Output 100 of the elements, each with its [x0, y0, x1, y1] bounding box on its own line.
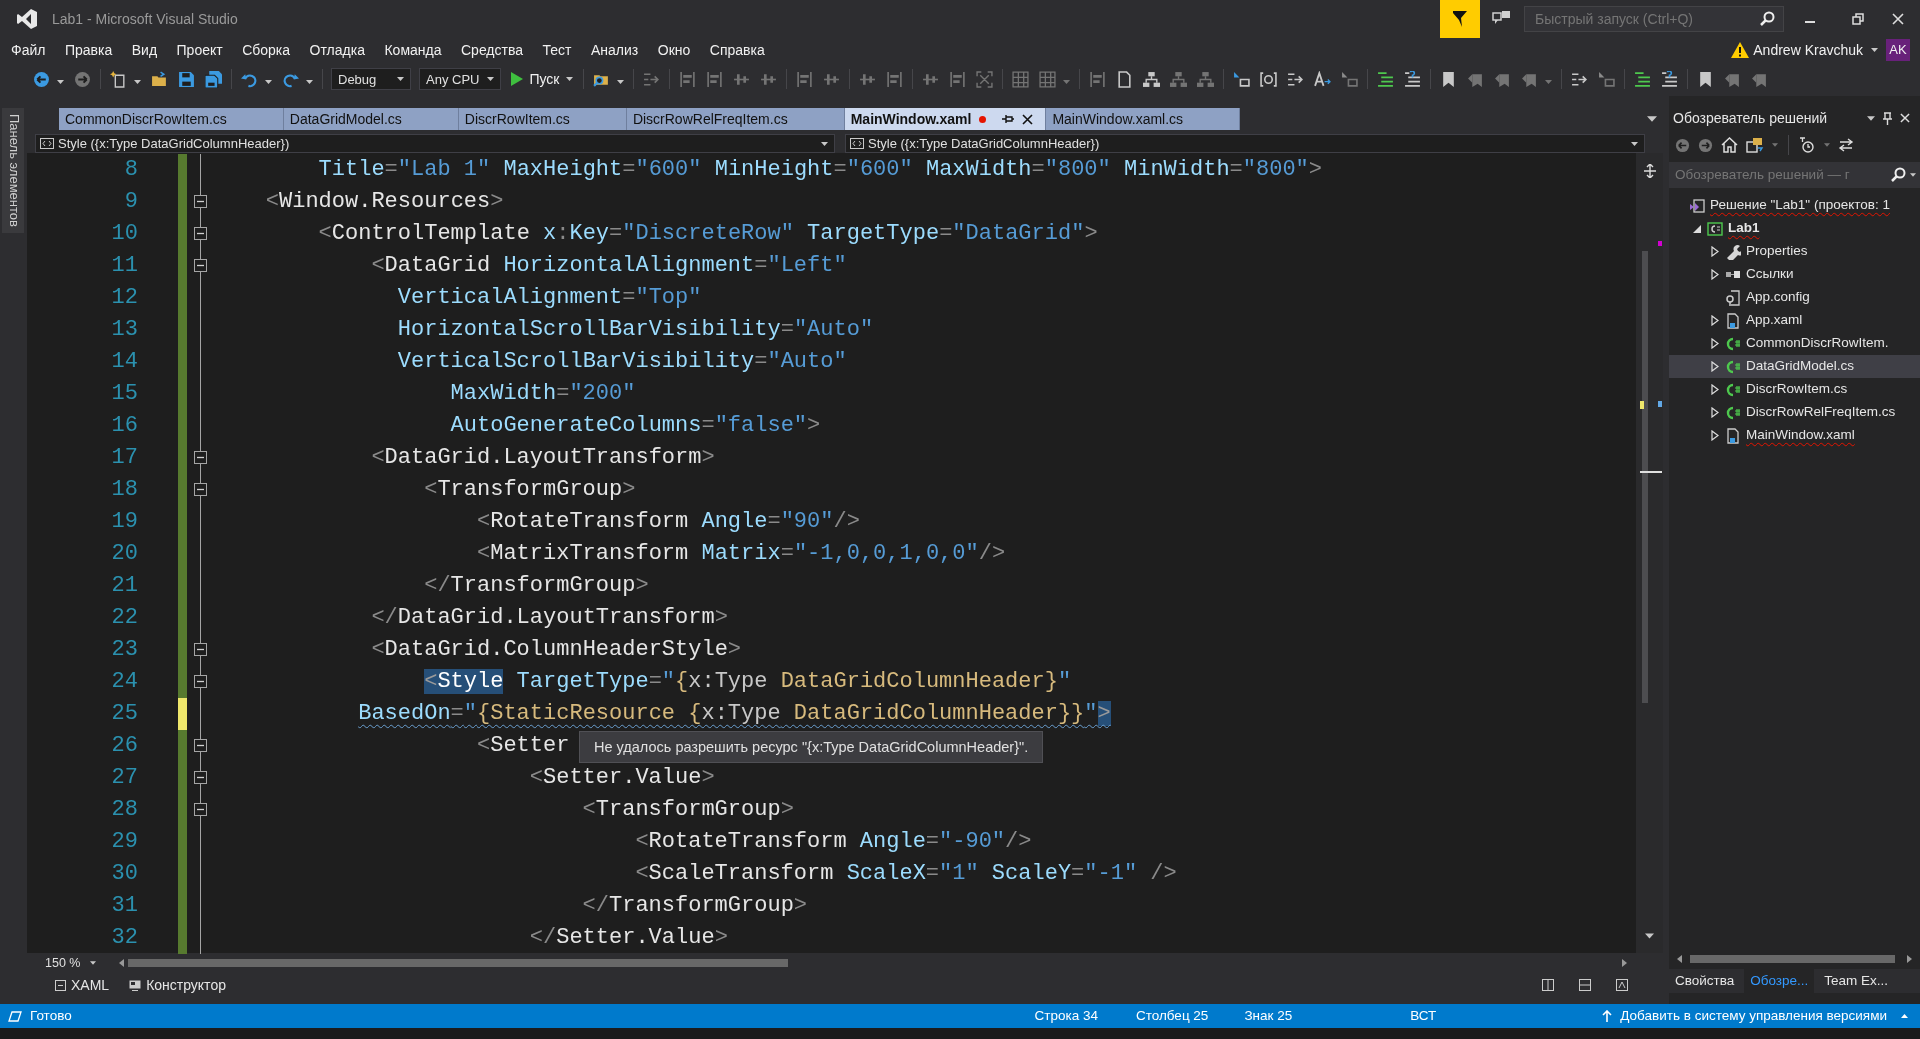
uncomment-lines-icon[interactable]: [1403, 70, 1421, 88]
collapse-icon[interactable]: [193, 675, 207, 688]
source-control-button[interactable]: Добавить в систему управления версиями: [1602, 1005, 1908, 1027]
step-icon[interactable]: [1286, 70, 1304, 88]
scroll-left-icon[interactable]: [1677, 955, 1682, 963]
panel-tab[interactable]: Свойства: [1669, 969, 1741, 993]
save-icon[interactable]: [178, 70, 195, 88]
tree-item[interactable]: DiscrRowItem.cs: [1669, 378, 1920, 401]
navigation-dropdown[interactable]: Style ({x:Type DataGridColumnHeader}): [845, 134, 1645, 153]
vertical-split-icon[interactable]: [1542, 979, 1554, 991]
scroll-thumb[interactable]: [1690, 955, 1895, 963]
expand-icon[interactable]: [1711, 384, 1719, 395]
document-tab[interactable]: DiscrRowRelFreqItem.cs: [626, 108, 845, 130]
uncomment-lines-icon[interactable]: [1660, 70, 1678, 88]
caret-icon[interactable]: [1910, 173, 1916, 177]
menu-item[interactable]: Файл: [11, 39, 46, 61]
document-tab[interactable]: CommonDiscrRowItem.cs: [59, 108, 284, 130]
pin-icon[interactable]: [1002, 113, 1015, 125]
menu-item[interactable]: Вид: [131, 39, 158, 61]
sync-icon[interactable]: [1746, 137, 1764, 153]
collapse-icon[interactable]: [193, 803, 207, 816]
collapse-icon[interactable]: [193, 643, 207, 656]
menu-item[interactable]: Справка: [709, 39, 765, 61]
scroll-thumb[interactable]: [1642, 251, 1648, 703]
collapse-icon[interactable]: [193, 259, 207, 272]
search-input[interactable]: Обозреватель решений — г: [1673, 163, 1890, 187]
history-icon[interactable]: [1799, 137, 1816, 153]
scroll-down-icon[interactable]: [1645, 933, 1654, 939]
back-icon[interactable]: [1675, 137, 1690, 153]
menu-item[interactable]: Команда: [384, 39, 442, 61]
menu-item[interactable]: Сборка: [242, 39, 291, 61]
horizontal-split-icon[interactable]: [1579, 979, 1591, 991]
expand-icon[interactable]: [1711, 407, 1719, 418]
panel-tab[interactable]: Обозре...: [1744, 969, 1815, 993]
navigation-dropdown[interactable]: Style ({x:Type DataGridColumnHeader}): [35, 134, 835, 153]
scroll-right-icon[interactable]: [1622, 959, 1627, 967]
back-icon[interactable]: [33, 70, 50, 88]
split-icon[interactable]: [1644, 164, 1656, 178]
menu-item[interactable]: Проект: [176, 39, 223, 61]
search-icon[interactable]: [1890, 167, 1906, 183]
swap-icon[interactable]: [1838, 138, 1854, 152]
comment-lines-icon[interactable]: [1376, 70, 1394, 88]
panel-tab[interactable]: Team Ex...: [1818, 969, 1895, 993]
step-icon[interactable]: [1570, 70, 1588, 88]
expand-icon[interactable]: [1711, 269, 1719, 280]
collapse-icon[interactable]: [193, 483, 207, 496]
scroll-left-icon[interactable]: [119, 959, 124, 967]
avatar[interactable]: AK: [1886, 39, 1910, 61]
menu-item[interactable]: Анализ: [591, 39, 639, 61]
caret-icon[interactable]: [306, 80, 313, 84]
save-all-icon[interactable]: [205, 70, 222, 88]
collapse-icon[interactable]: [193, 451, 207, 464]
home-icon[interactable]: [1721, 137, 1738, 153]
view-tab[interactable]: Конструктор: [129, 974, 226, 996]
view-tab[interactable]: XAML: [55, 974, 110, 996]
tree-item[interactable]: CommonDiscrRowItem.: [1669, 332, 1920, 355]
document-icon[interactable]: [1115, 70, 1133, 88]
search-icon[interactable]: [1759, 11, 1775, 27]
quick-launch-field[interactable]: Быстрый запуск (Ctrl+Q): [1524, 6, 1784, 32]
tree-item[interactable]: DataGridModel.cs: [1669, 355, 1920, 378]
caret-icon[interactable]: [57, 80, 64, 84]
collapse-icon[interactable]: [193, 195, 207, 208]
document-tab[interactable]: DiscrRowItem.cs: [458, 108, 627, 130]
search-field[interactable]: Обозреватель решений — г: [1669, 162, 1920, 188]
comment-lines-icon[interactable]: [1633, 70, 1651, 88]
tree-item[interactable]: Lab1: [1669, 217, 1920, 240]
configuration-dropdown[interactable]: Any CPU: [419, 68, 502, 90]
tree-item[interactable]: DiscrRowRelFreqItem.cs: [1669, 401, 1920, 424]
collapse-icon[interactable]: [193, 739, 207, 752]
pane-icon[interactable]: [1616, 979, 1628, 991]
collapse-icon[interactable]: [1693, 224, 1701, 233]
hierarchy-icon[interactable]: [1142, 70, 1160, 88]
tree-item[interactable]: App.xaml: [1669, 309, 1920, 332]
forward-icon[interactable]: [1698, 137, 1713, 153]
indent-icon[interactable]: [1232, 70, 1250, 88]
collapse-icon[interactable]: [193, 771, 207, 784]
expand-icon[interactable]: [1711, 430, 1719, 441]
run-button[interactable]: Пуск: [505, 68, 579, 90]
new-project-icon[interactable]: [110, 70, 127, 88]
expand-icon[interactable]: [1711, 246, 1719, 257]
menu-item[interactable]: Отладка: [309, 39, 365, 61]
expand-icon[interactable]: [1711, 361, 1719, 372]
menu-item[interactable]: Средства: [461, 39, 523, 61]
collapse-icon[interactable]: [193, 227, 207, 240]
tree-item[interactable]: MainWindow.xaml: [1669, 424, 1920, 447]
bracket-icon[interactable]: [1259, 70, 1277, 88]
restore-icon[interactable]: [1852, 13, 1864, 25]
scroll-thumb[interactable]: [128, 959, 788, 967]
tree-item[interactable]: Решение "Lab1" (проектов: 1: [1669, 194, 1920, 217]
expand-icon[interactable]: [1711, 315, 1719, 326]
configuration-dropdown[interactable]: Debug: [331, 68, 411, 90]
menu-item[interactable]: Правка: [64, 39, 113, 61]
menu-item[interactable]: Тест: [542, 39, 572, 61]
tree-item[interactable]: App.config: [1669, 286, 1920, 309]
user-name[interactable]: Andrew Kravchuk: [1753, 39, 1863, 61]
format-icon[interactable]: [1313, 70, 1331, 88]
document-tab[interactable]: MainWindow.xaml: [844, 108, 1047, 130]
caret-icon[interactable]: [265, 80, 272, 84]
document-tab[interactable]: DataGridModel.cs: [283, 108, 459, 130]
folder-icon[interactable]: [151, 70, 168, 88]
